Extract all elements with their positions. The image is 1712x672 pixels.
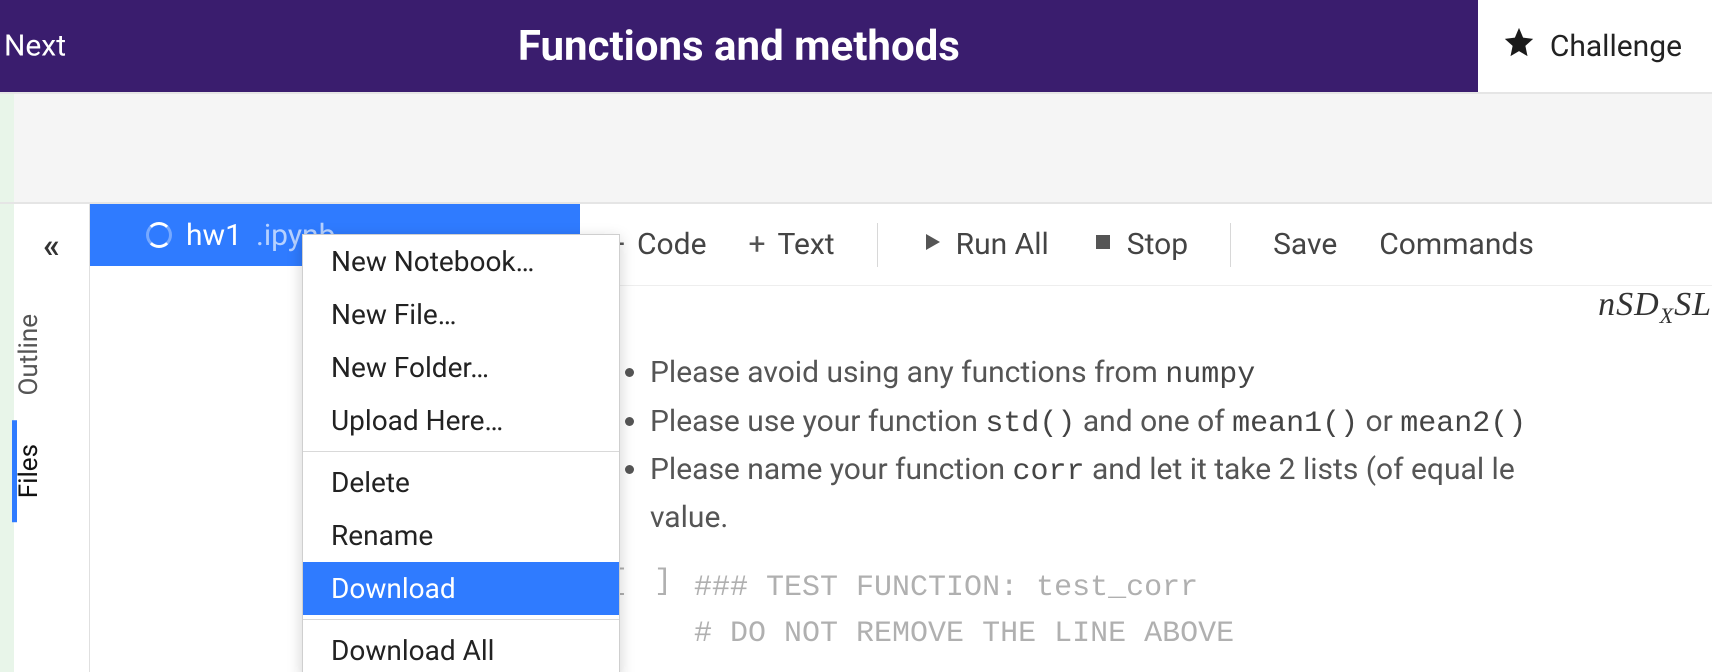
editor-area: + Code + Text Run All Stop Save Commands	[580, 204, 1712, 672]
instruction-list: Please avoid using any functions from nu…	[650, 350, 1682, 496]
toolbar-separator	[877, 223, 878, 267]
toolbar-separator	[1230, 223, 1231, 267]
text-label: Text	[778, 227, 835, 262]
menu-new-file[interactable]: New File…	[303, 288, 619, 341]
files-panel: hw1.ipynb New Notebook… New File… New Fo…	[90, 204, 580, 672]
commands-label: Commands	[1379, 227, 1534, 262]
save-button[interactable]: Save	[1273, 227, 1337, 262]
menu-delete[interactable]: Delete	[303, 456, 619, 509]
add-text-button[interactable]: + Text	[749, 227, 835, 262]
rail-tab-outline[interactable]: Outline	[14, 290, 89, 420]
list-item: Please avoid using any functions from nu…	[650, 350, 1682, 399]
challenge-label: Challenge	[1550, 29, 1682, 64]
loading-spinner-icon	[146, 222, 172, 248]
rail-tab-files[interactable]: Files	[14, 420, 89, 522]
menu-separator	[303, 619, 619, 620]
collapse-icon[interactable]: «	[43, 216, 60, 290]
list-item: Please name your function corr and let i…	[650, 447, 1682, 496]
menu-separator	[303, 451, 619, 452]
side-rail: « Outline Files	[14, 204, 90, 672]
menu-upload-here[interactable]: Upload Here…	[303, 394, 619, 447]
run-all-button[interactable]: Run All	[920, 227, 1049, 262]
stop-icon	[1091, 227, 1115, 262]
stop-button[interactable]: Stop	[1091, 227, 1188, 262]
code-label: Code	[637, 227, 706, 262]
top-header: Next Functions and methods Challenge	[0, 0, 1712, 92]
add-code-button[interactable]: + Code	[608, 227, 707, 262]
save-label: Save	[1273, 227, 1337, 262]
run-all-label: Run All	[956, 227, 1049, 262]
list-item: Please use your function std() and one o…	[650, 399, 1682, 448]
challenge-button[interactable]: Challenge	[1478, 0, 1712, 92]
subheader-strip	[0, 92, 1712, 204]
file-context-menu: New Notebook… New File… New Folder… Uplo…	[302, 234, 620, 672]
trailing-text: value.	[650, 500, 1682, 535]
menu-download-all[interactable]: Download All	[303, 624, 619, 672]
progress-edge	[0, 94, 14, 202]
plus-icon: +	[749, 227, 766, 262]
math-fragment: nSDXSL	[1598, 286, 1712, 329]
main-area: « Outline Files hw1.ipynb New Notebook… …	[0, 204, 1712, 672]
menu-new-folder[interactable]: New Folder…	[303, 341, 619, 394]
page-title: Functions and methods	[0, 22, 1478, 71]
file-name: hw1	[186, 218, 242, 253]
menu-new-notebook[interactable]: New Notebook…	[303, 235, 619, 288]
code-cell[interactable]: [ ] ### TEST FUNCTION: test_corr # DO NO…	[610, 565, 1682, 658]
menu-download[interactable]: Download	[303, 562, 619, 615]
stop-label: Stop	[1127, 227, 1188, 262]
editor-toolbar: + Code + Text Run All Stop Save Commands	[580, 204, 1712, 286]
notebook-content: nSDXSL Please avoid using any functions …	[580, 286, 1712, 672]
star-icon	[1502, 25, 1536, 67]
cell-body[interactable]: ### TEST FUNCTION: test_corr # DO NOT RE…	[694, 565, 1234, 658]
commands-button[interactable]: Commands	[1379, 227, 1534, 262]
next-button[interactable]: Next	[0, 29, 66, 64]
menu-rename[interactable]: Rename	[303, 509, 619, 562]
play-icon	[920, 227, 944, 262]
